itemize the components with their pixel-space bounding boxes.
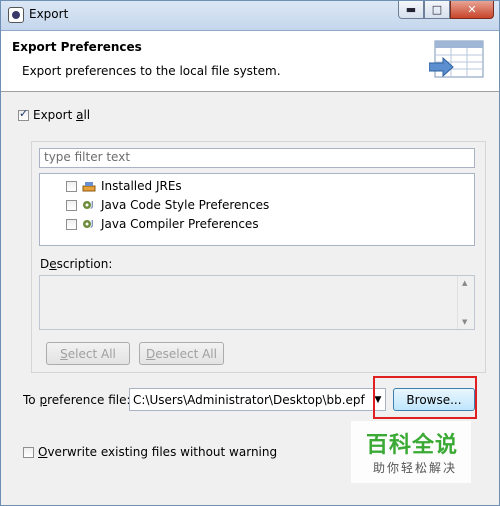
export-dialog: Export ▬ □ ✕ Export Preferences Export p… (0, 0, 500, 506)
tree-item-checkbox[interactable] (66, 180, 77, 192)
highlight-box (373, 376, 477, 419)
select-all-button[interactable]: Select All (46, 342, 130, 365)
wizard-banner: Export Preferences Export preferences to… (1, 31, 499, 92)
title-bar[interactable]: Export ▬ □ ✕ (1, 1, 499, 31)
tree-item-installed-jres[interactable]: Installed JREs (66, 179, 182, 193)
watermark-main-text: 百科全说 (366, 433, 459, 458)
tree-item-checkbox[interactable] (66, 199, 77, 211)
page-description: Export preferences to the local file sys… (22, 64, 281, 78)
deselect-all-button[interactable]: Deselect All (139, 342, 224, 365)
scroll-up-icon[interactable]: ▲ (462, 279, 467, 287)
preference-file-combo[interactable]: C:\Users\Administrator\Desktop\bb.epf ▼ (129, 388, 386, 411)
tree-item-java-code-style[interactable]: J Java Code Style Preferences (66, 198, 269, 212)
export-all-checkbox[interactable] (18, 107, 29, 121)
tree-item-java-compiler[interactable]: J Java Compiler Preferences (66, 217, 259, 231)
export-wizard-icon (429, 40, 484, 78)
description-scrollbar[interactable]: ▲ ▼ (457, 276, 474, 329)
filter-input[interactable]: type filter text (39, 148, 475, 168)
java-prefs-icon: J (83, 200, 93, 209)
close-button[interactable]: ✕ (450, 1, 494, 19)
watermark-sub-text: 助你轻松解决 (373, 461, 458, 475)
eclipse-icon (8, 7, 24, 23)
preference-file-label: To preference file: (23, 393, 131, 407)
description-text-area[interactable]: ▲ ▼ (39, 275, 475, 330)
svg-text:J: J (90, 219, 93, 228)
tree-item-label: Java Code Style Preferences (101, 198, 270, 212)
overwrite-checkbox[interactable] (23, 446, 34, 458)
tree-item-checkbox[interactable] (66, 218, 77, 230)
preference-file-value[interactable]: C:\Users\Administrator\Desktop\bb.epf (133, 393, 365, 407)
export-all-checkbox-row[interactable]: Export all (18, 107, 91, 122)
svg-text:J: J (90, 200, 93, 209)
jre-icon (82, 182, 96, 192)
scroll-down-icon[interactable]: ▼ (462, 318, 467, 326)
tree-item-label: Installed JREs (101, 179, 182, 193)
watermark: 百科全说 助你轻松解决 (351, 421, 471, 483)
page-title: Export Preferences (12, 40, 142, 54)
java-prefs-icon: J (83, 219, 93, 228)
preferences-tree[interactable]: Installed JREs J Java Code Style Prefere… (39, 173, 475, 246)
minimize-button[interactable]: ▬ (398, 1, 424, 19)
overwrite-label: Overwrite existing files without warning (38, 445, 278, 459)
tree-item-label: Java Compiler Preferences (101, 217, 259, 231)
window-title: Export (29, 7, 69, 21)
description-label: Description: (40, 257, 113, 271)
overwrite-checkbox-row[interactable]: Overwrite existing files without warning (23, 445, 277, 459)
export-all-label: Export all (33, 108, 91, 122)
maximize-button[interactable]: □ (424, 1, 450, 19)
